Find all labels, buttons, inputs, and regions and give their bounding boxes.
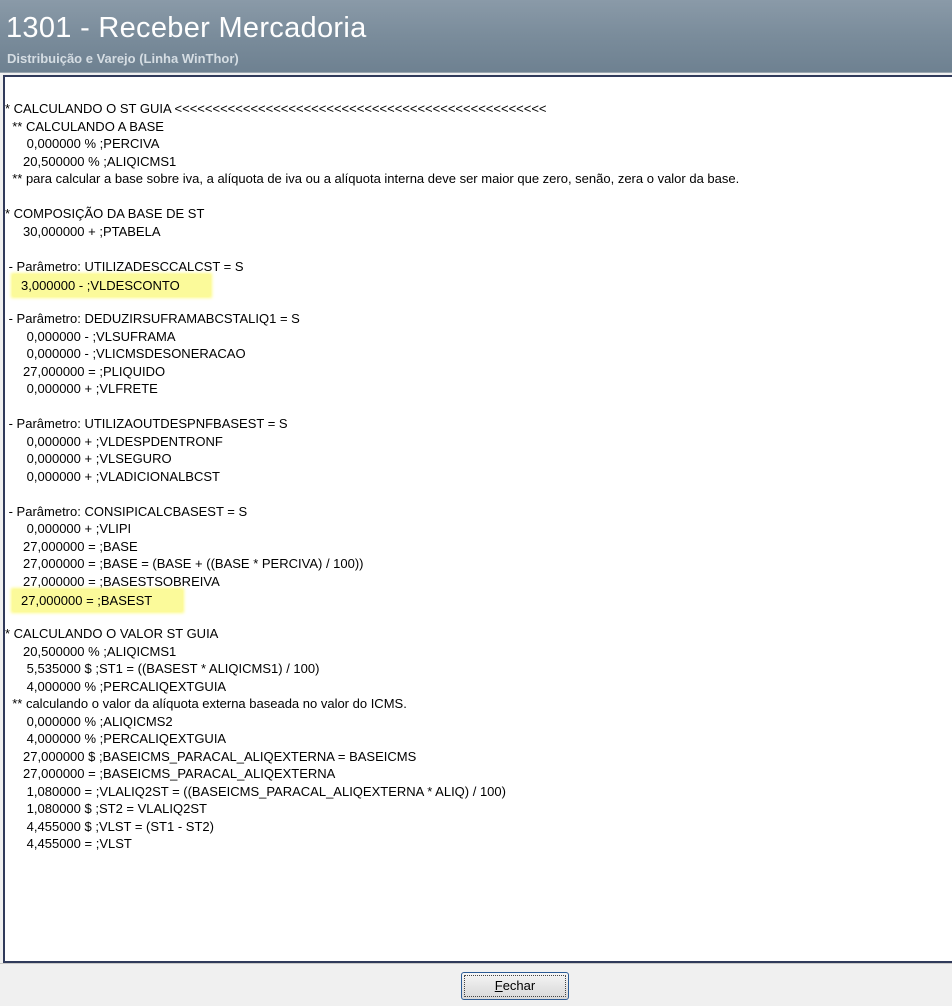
- log-line: 27,000000 = ;BASE = (BASE + ((BASE * PER…: [5, 556, 364, 571]
- log-line: * CALCULANDO O VALOR ST GUIA: [5, 626, 219, 641]
- log-line: 30,000000 + ;PTABELA: [5, 223, 161, 239]
- app-window: 1301 - Receber Mercadoria Distribuição e…: [0, 0, 952, 1006]
- log-line: 27,000000 = ;BASESTSOBREIVA: [5, 573, 220, 589]
- log-line: 3,000000 - ;VLDESCONTO: [5, 275, 952, 296]
- log-line: - Parâmetro: UTILIZAOUTDESPNFBASEST = S: [5, 416, 288, 431]
- log-line: 0,000000 - ;VLSUFRAMA: [5, 328, 176, 344]
- log-line: 4,455000 $ ;VLST = (ST1 - ST2): [5, 818, 214, 834]
- log-line: 4,000000 % ;PERCALIQEXTGUIA: [5, 731, 227, 746]
- log-line: 1,080000 $ ;ST2 = VLALIQ2ST: [5, 801, 207, 816]
- log-line: 27,000000 = ;BASE: [5, 538, 138, 554]
- log-line: ** CALCULANDO A BASE: [5, 118, 164, 134]
- log-line: 0,000000 + ;VLSEGURO: [5, 451, 172, 466]
- highlighted-log-value: 27,000000 = ;BASEST: [13, 590, 183, 611]
- log-text-area[interactable]: * CALCULANDO O ST GUIA <<<<<<<<<<<<<<<<<…: [3, 75, 952, 963]
- window-title: 1301 - Receber Mercadoria: [6, 12, 367, 44]
- footer-divider: [0, 963, 952, 964]
- log-line: 1,080000 = ;VLALIQ2ST = ((BASEICMS_PARAC…: [5, 783, 506, 799]
- log-line: 27,000000 = ;BASEST: [5, 590, 952, 611]
- log-line: 0,000000 + ;VLADICIONALBCST: [5, 468, 220, 484]
- log-line: 27,000000 = ;BASEICMS_PARACAL_ALIQEXTERN…: [5, 766, 336, 781]
- log-line: - Parâmetro: CONSIPICALCBASEST = S: [5, 503, 248, 519]
- close-button[interactable]: Fechar: [461, 972, 569, 1000]
- log-line: 0,000000 + ;VLIPI: [5, 521, 132, 536]
- close-button-accesskey: F: [494, 978, 503, 993]
- log-line: 0,000000 - ;VLICMSDESONERACAO: [5, 346, 246, 361]
- log-line: ** para calcular a base sobre iva, a alí…: [5, 171, 740, 186]
- log-line: 4,455000 = ;VLST: [5, 836, 132, 851]
- log-line: - Parâmetro: DEDUZIRSUFRAMABCSTALIQ1 = S: [5, 311, 300, 326]
- window-subtitle: Distribuição e Varejo (Linha WinThor): [7, 51, 239, 66]
- highlighted-log-value: 3,000000 - ;VLDESCONTO: [13, 275, 210, 296]
- log-line: 20,500000 % ;ALIQICMS1: [5, 643, 177, 659]
- log-line: 0,000000 % ;ALIQICMS2: [5, 713, 173, 729]
- dialog-body: * CALCULANDO O ST GUIA <<<<<<<<<<<<<<<<<…: [0, 72, 952, 1006]
- log-line: 20,500000 % ;ALIQICMS1: [5, 153, 177, 169]
- close-button-text: echar: [502, 978, 536, 993]
- title-bar: 1301 - Receber Mercadoria Distribuição e…: [0, 0, 952, 72]
- log-line: * COMPOSIÇÃO DA BASE DE ST: [5, 206, 205, 221]
- log-line: 27,000000 = ;PLIQUIDO: [5, 363, 166, 379]
- log-line: 0,000000 + ;VLFRETE: [5, 381, 158, 396]
- calculation-log: * CALCULANDO O ST GUIA <<<<<<<<<<<<<<<<<…: [5, 77, 952, 961]
- log-line: 27,000000 $ ;BASEICMS_PARACAL_ALIQEXTERN…: [5, 748, 417, 764]
- log-line: ** calculando o valor da alíquota extern…: [5, 696, 407, 711]
- log-line: 0,000000 % ;PERCIVA: [5, 136, 160, 151]
- log-line: 5,535000 $ ;ST1 = ((BASEST * ALIQICMS1) …: [5, 661, 320, 676]
- log-line: * CALCULANDO O ST GUIA <<<<<<<<<<<<<<<<<…: [5, 101, 547, 116]
- log-line: 4,000000 % ;PERCALIQEXTGUIA: [5, 678, 227, 694]
- close-button-label: Fechar: [464, 975, 566, 997]
- log-line: - Parâmetro: UTILIZADESCCALCST = S: [5, 258, 244, 274]
- log-line: 0,000000 + ;VLDESPDENTRONF: [5, 433, 223, 449]
